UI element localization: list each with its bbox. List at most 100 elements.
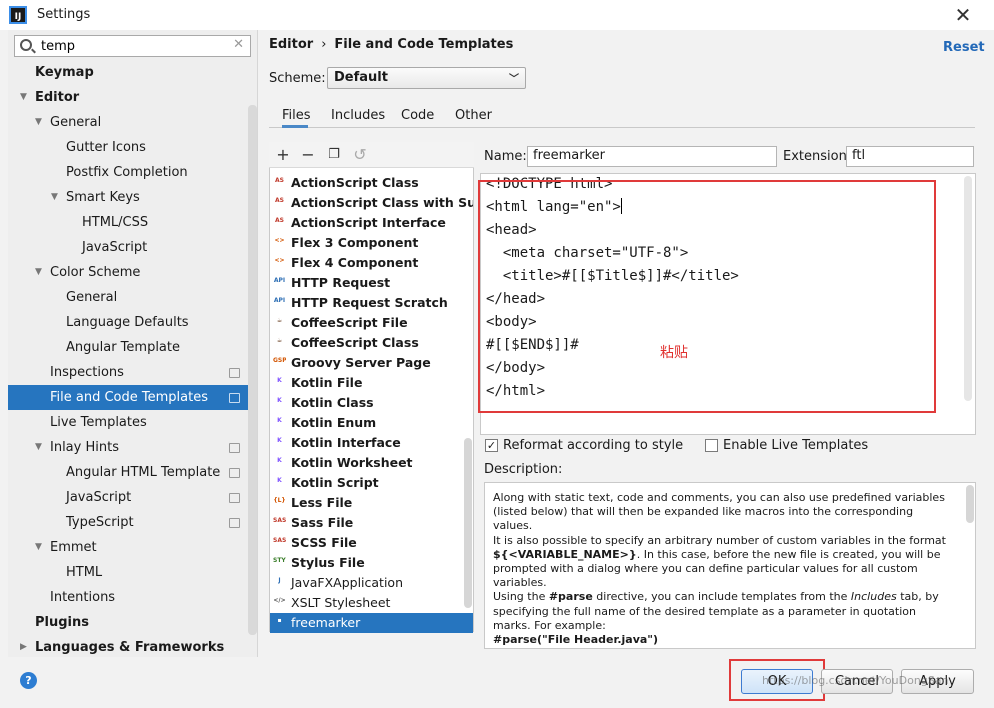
sidebar-item[interactable]: JavaScript bbox=[8, 235, 248, 260]
extension-field[interactable]: ftl bbox=[846, 146, 974, 167]
checkbox-unchecked-icon bbox=[705, 439, 718, 452]
sidebar-item[interactable]: General bbox=[8, 285, 248, 310]
sidebar-item[interactable]: Angular HTML Template bbox=[8, 460, 248, 485]
remove-icon[interactable]: − bbox=[298, 145, 318, 165]
sidebar-item-label: Language Defaults bbox=[66, 315, 189, 330]
reset-link[interactable]: Reset bbox=[943, 40, 985, 55]
sidebar-item[interactable]: ▼ Inlay Hints bbox=[8, 435, 248, 460]
template-item[interactable]: K Kotlin Worksheet bbox=[270, 453, 473, 473]
sidebar-item[interactable]: ▼ Editor bbox=[8, 85, 248, 110]
file-type-icon: {L} bbox=[273, 497, 286, 504]
template-item[interactable]: K Kotlin Interface bbox=[270, 433, 473, 453]
template-item[interactable]: ▪ freemarker bbox=[270, 613, 473, 633]
chevron-right-icon[interactable]: ▶ bbox=[20, 635, 27, 660]
tab-files[interactable]: Files bbox=[282, 108, 311, 128]
tab-includes[interactable]: Includes bbox=[331, 108, 385, 128]
file-type-icon: ☕ bbox=[276, 317, 283, 324]
template-label: Stylus File bbox=[291, 555, 365, 570]
template-item[interactable]: AS ActionScript Class with Supers bbox=[270, 193, 473, 213]
scheme-label: Scheme: bbox=[269, 71, 326, 86]
template-item[interactable]: GSP Groovy Server Page bbox=[270, 353, 473, 373]
copy-icon[interactable]: ❐ bbox=[324, 145, 344, 165]
template-item[interactable]: AS ActionScript Interface bbox=[270, 213, 473, 233]
sidebar-item[interactable]: Language Defaults bbox=[8, 310, 248, 335]
tab-other[interactable]: Other bbox=[455, 108, 492, 128]
sidebar-item-label: Inlay Hints bbox=[50, 440, 119, 455]
search-input[interactable] bbox=[41, 37, 231, 55]
tab-code[interactable]: Code bbox=[401, 108, 434, 128]
template-label: SCSS File bbox=[291, 535, 357, 550]
breadcrumb-editor[interactable]: Editor bbox=[269, 37, 313, 52]
clear-search-icon[interactable]: ✕ bbox=[233, 37, 244, 52]
sidebar-item[interactable]: File and Code Templates bbox=[8, 385, 248, 410]
template-item[interactable]: {L} Less File bbox=[270, 493, 473, 513]
template-item[interactable]: K Kotlin Script bbox=[270, 473, 473, 493]
sidebar-item[interactable]: HTML bbox=[8, 560, 248, 585]
template-label: freemarker bbox=[291, 615, 361, 630]
sidebar-item[interactable]: Postfix Completion bbox=[8, 160, 248, 185]
project-scope-icon bbox=[229, 468, 240, 478]
sidebar-item[interactable]: ▼ Smart Keys bbox=[8, 185, 248, 210]
file-type-icon: <> bbox=[274, 257, 285, 264]
sidebar-item[interactable]: Inspections bbox=[8, 360, 248, 385]
template-label: ActionScript Interface bbox=[291, 215, 446, 230]
template-item[interactable]: SASS Sass File bbox=[270, 513, 473, 533]
sidebar-item[interactable]: ▼ General bbox=[8, 110, 248, 135]
chevron-down-icon[interactable]: ▼ bbox=[20, 85, 27, 110]
settings-search[interactable]: ✕ bbox=[14, 35, 251, 57]
reformat-label: Reformat according to style bbox=[503, 438, 684, 453]
scheme-value: Default bbox=[334, 70, 388, 85]
extension-label: Extension: bbox=[783, 149, 852, 164]
project-scope-icon bbox=[229, 493, 240, 503]
revert-icon[interactable]: ↺ bbox=[350, 145, 370, 165]
title-bar bbox=[0, 0, 994, 30]
template-item[interactable]: STYL Stylus File bbox=[270, 553, 473, 573]
scheme-dropdown[interactable]: Default ﹀ bbox=[327, 67, 526, 89]
template-item[interactable]: API HTTP Request Scratch bbox=[270, 293, 473, 313]
template-item[interactable]: </> XSLT Stylesheet bbox=[270, 593, 473, 613]
sidebar-item[interactable]: TypeScript bbox=[8, 510, 248, 535]
template-label: ActionScript Class with Supers bbox=[291, 195, 473, 210]
template-item[interactable]: SASS SCSS File bbox=[270, 533, 473, 553]
template-item[interactable]: K Kotlin Class bbox=[270, 393, 473, 413]
template-item[interactable]: J JavaFXApplication bbox=[270, 573, 473, 593]
chevron-down-icon[interactable]: ▼ bbox=[35, 435, 42, 460]
template-item[interactable]: <> Flex 4 Component bbox=[270, 253, 473, 273]
sidebar-item[interactable]: Keymap bbox=[8, 60, 248, 85]
sidebar-item-label: Intentions bbox=[50, 590, 116, 605]
sidebar-item[interactable]: Plugins bbox=[8, 610, 248, 635]
template-item[interactable]: K Kotlin Enum bbox=[270, 413, 473, 433]
sidebar-scrollbar[interactable] bbox=[248, 105, 257, 635]
editor-scrollbar[interactable] bbox=[964, 176, 972, 401]
sidebar-item[interactable]: Intentions bbox=[8, 585, 248, 610]
sidebar-item[interactable]: JavaScript bbox=[8, 485, 248, 510]
file-type-icon: ▪ bbox=[277, 617, 282, 624]
templates-scrollbar[interactable] bbox=[464, 438, 472, 608]
chevron-down-icon[interactable]: ▼ bbox=[35, 535, 42, 560]
sidebar-item[interactable]: Angular Template bbox=[8, 335, 248, 360]
template-item[interactable]: API HTTP Request bbox=[270, 273, 473, 293]
sidebar-item[interactable]: ▼ Emmet bbox=[8, 535, 248, 560]
chevron-down-icon[interactable]: ▼ bbox=[51, 185, 58, 210]
help-icon[interactable]: ? bbox=[20, 672, 37, 689]
chevron-down-icon[interactable]: ▼ bbox=[35, 110, 42, 135]
template-label: CoffeeScript File bbox=[291, 315, 408, 330]
close-icon[interactable]: ✕ bbox=[950, 2, 976, 28]
sidebar-item[interactable]: ▶ Languages & Frameworks bbox=[8, 635, 248, 660]
template-item[interactable]: ☕ CoffeeScript File bbox=[270, 313, 473, 333]
sidebar-item-label: General bbox=[50, 115, 102, 130]
sidebar-item[interactable]: Gutter Icons bbox=[8, 135, 248, 160]
sidebar-item[interactable]: HTML/CSS bbox=[8, 210, 248, 235]
template-item[interactable]: ☕ CoffeeScript Class bbox=[270, 333, 473, 353]
sidebar-item[interactable]: ▼ Color Scheme bbox=[8, 260, 248, 285]
sidebar-item[interactable]: Live Templates bbox=[8, 410, 248, 435]
description-scrollbar[interactable] bbox=[966, 485, 974, 523]
template-item[interactable]: K Kotlin File bbox=[270, 373, 473, 393]
window-title: Settings bbox=[37, 7, 91, 22]
chevron-down-icon[interactable]: ▼ bbox=[35, 260, 42, 285]
template-item[interactable]: AS ActionScript Class bbox=[270, 173, 473, 193]
add-icon[interactable]: + bbox=[273, 145, 293, 165]
file-type-icon: STYL bbox=[273, 557, 286, 564]
template-item[interactable]: <> Flex 3 Component bbox=[270, 233, 473, 253]
name-field[interactable]: freemarker bbox=[527, 146, 777, 167]
